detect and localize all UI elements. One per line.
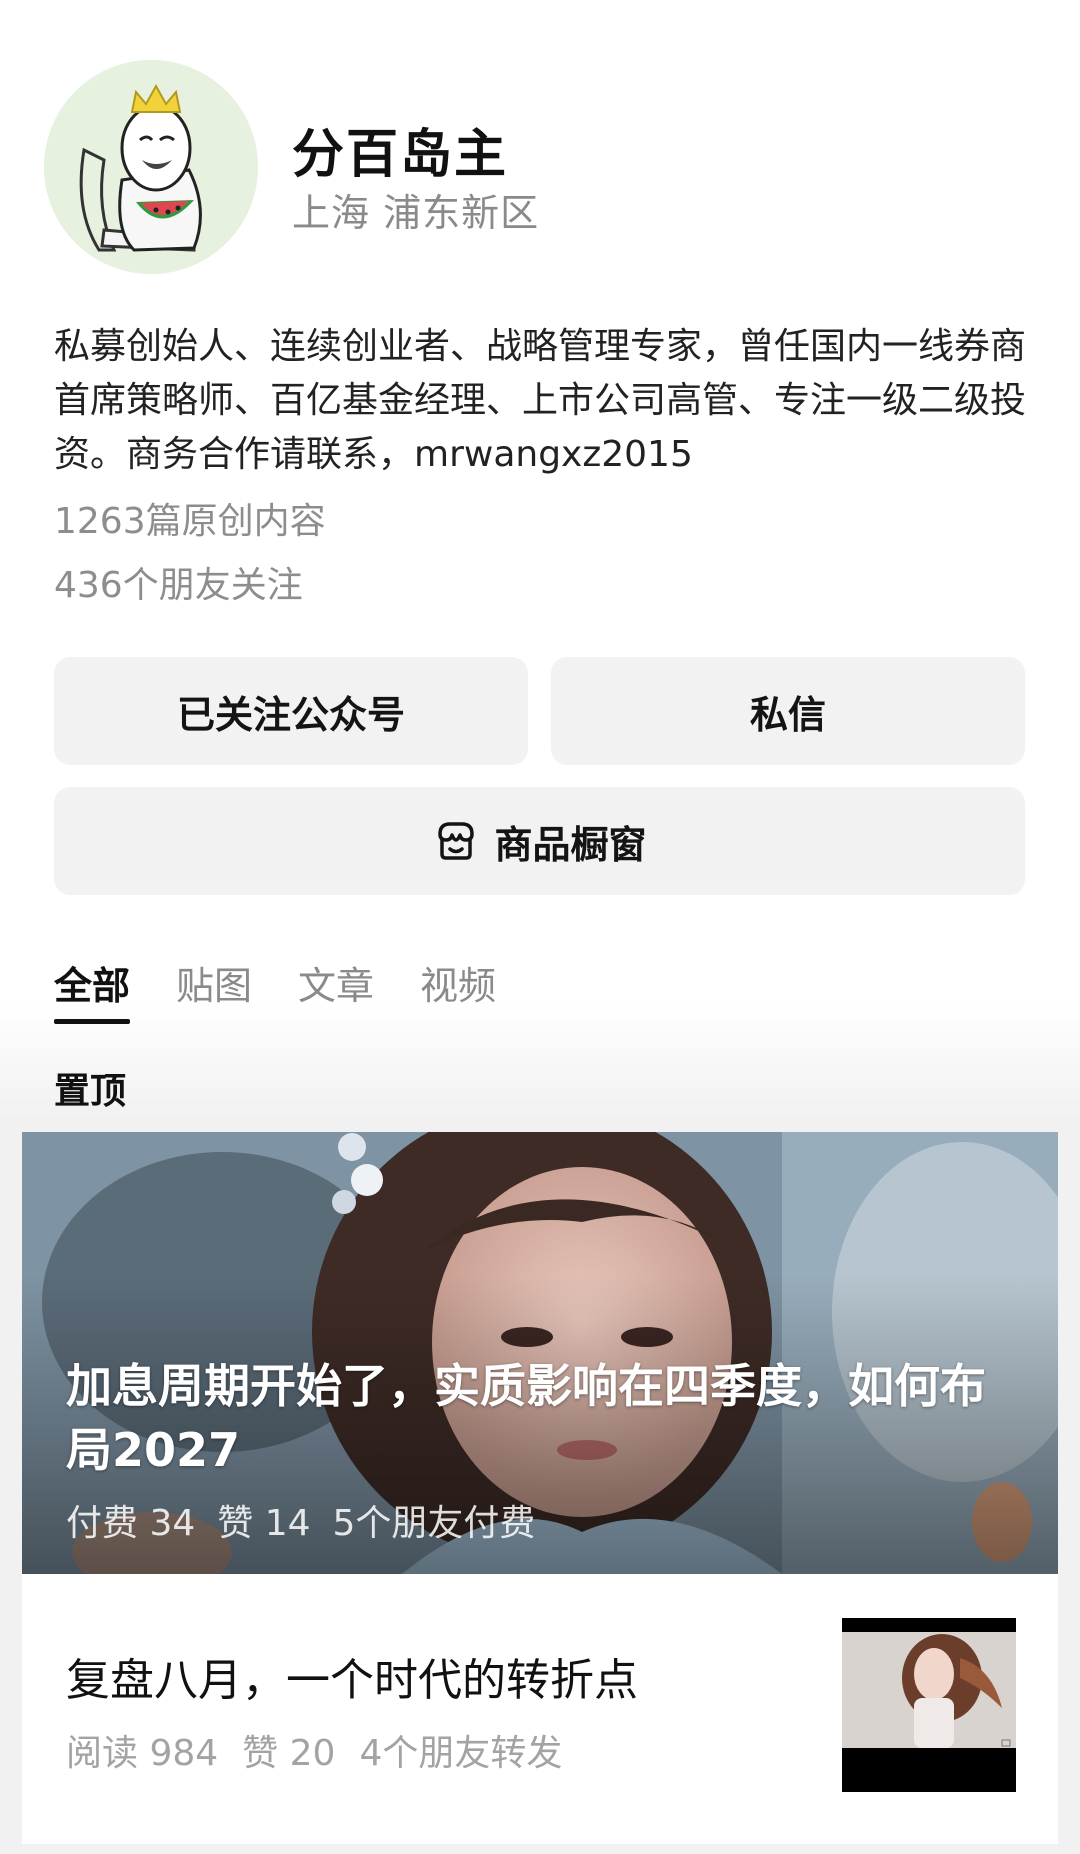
friends-following-count[interactable]: 436个朋友关注 <box>54 556 303 608</box>
avatar[interactable] <box>44 60 258 274</box>
pinned-section-label: 置顶 <box>54 1071 127 1112</box>
followed-account-label: 已关注公众号 <box>176 692 405 737</box>
account-location: 上海 浦东新区 <box>292 191 540 235</box>
tab-all[interactable]: 全部 <box>54 955 131 1024</box>
article-meta: 阅读 984 赞 20 4个朋友转发 <box>66 1724 586 1776</box>
shop-awning-icon <box>432 818 480 864</box>
shop-window-label: 商品橱窗 <box>494 822 647 867</box>
account-bio: 私募创始人、连续创业者、战略管理专家，曾任国内一线券商首席策略师、百亿基金经理、… <box>54 326 1027 475</box>
article-card[interactable]: 复盘八月，一个时代的转折点 阅读 984 赞 20 4个朋友转发 <box>22 1574 1058 1844</box>
article-like-count: 赞 20 <box>242 1733 336 1774</box>
article-read-count: 阅读 984 <box>66 1733 219 1774</box>
pinned-friends-paid: 5个朋友付费 <box>332 1503 536 1544</box>
account-profile-page: 分百岛主 上海 浦东新区 私募创始人、连续创业者、战略管理专家，曾任国内一线券商… <box>0 0 1080 1854</box>
pinned-like-count: 赞 14 <box>217 1503 311 1544</box>
pinned-article-title: 加息周期开始了，实质影响在四季度，如何布局2027 <box>66 1359 986 1477</box>
article-title: 复盘八月，一个时代的转折点 <box>66 1655 638 1706</box>
followed-account-button[interactable]: 已关注公众号 <box>54 657 528 765</box>
content-tabs: 全部 贴图 文章 视频 <box>54 955 542 1024</box>
private-message-button[interactable]: 私信 <box>551 657 1025 765</box>
article-friends-shared: 4个朋友转发 <box>359 1733 563 1774</box>
tab-stickers[interactable]: 贴图 <box>176 955 252 1024</box>
pinned-article-card[interactable]: 加息周期开始了，实质影响在四季度，如何布局2027 付费 34 赞 14 5个朋… <box>22 1132 1058 1574</box>
original-articles-count[interactable]: 1263篇原创内容 <box>54 492 326 544</box>
pinned-article-meta: 付费 34 赞 14 5个朋友付费 <box>66 1494 557 1546</box>
tab-articles[interactable]: 文章 <box>298 955 374 1024</box>
pinned-paid-count: 付费 34 <box>66 1503 196 1544</box>
meme-face-avatar-icon <box>44 60 258 274</box>
tab-videos[interactable]: 视频 <box>420 955 496 1024</box>
article-thumbnail <box>842 1618 1016 1792</box>
shop-window-button[interactable]: 商品橱窗 <box>54 787 1025 895</box>
account-name: 分百岛主 <box>292 125 509 185</box>
private-message-label: 私信 <box>749 692 826 737</box>
